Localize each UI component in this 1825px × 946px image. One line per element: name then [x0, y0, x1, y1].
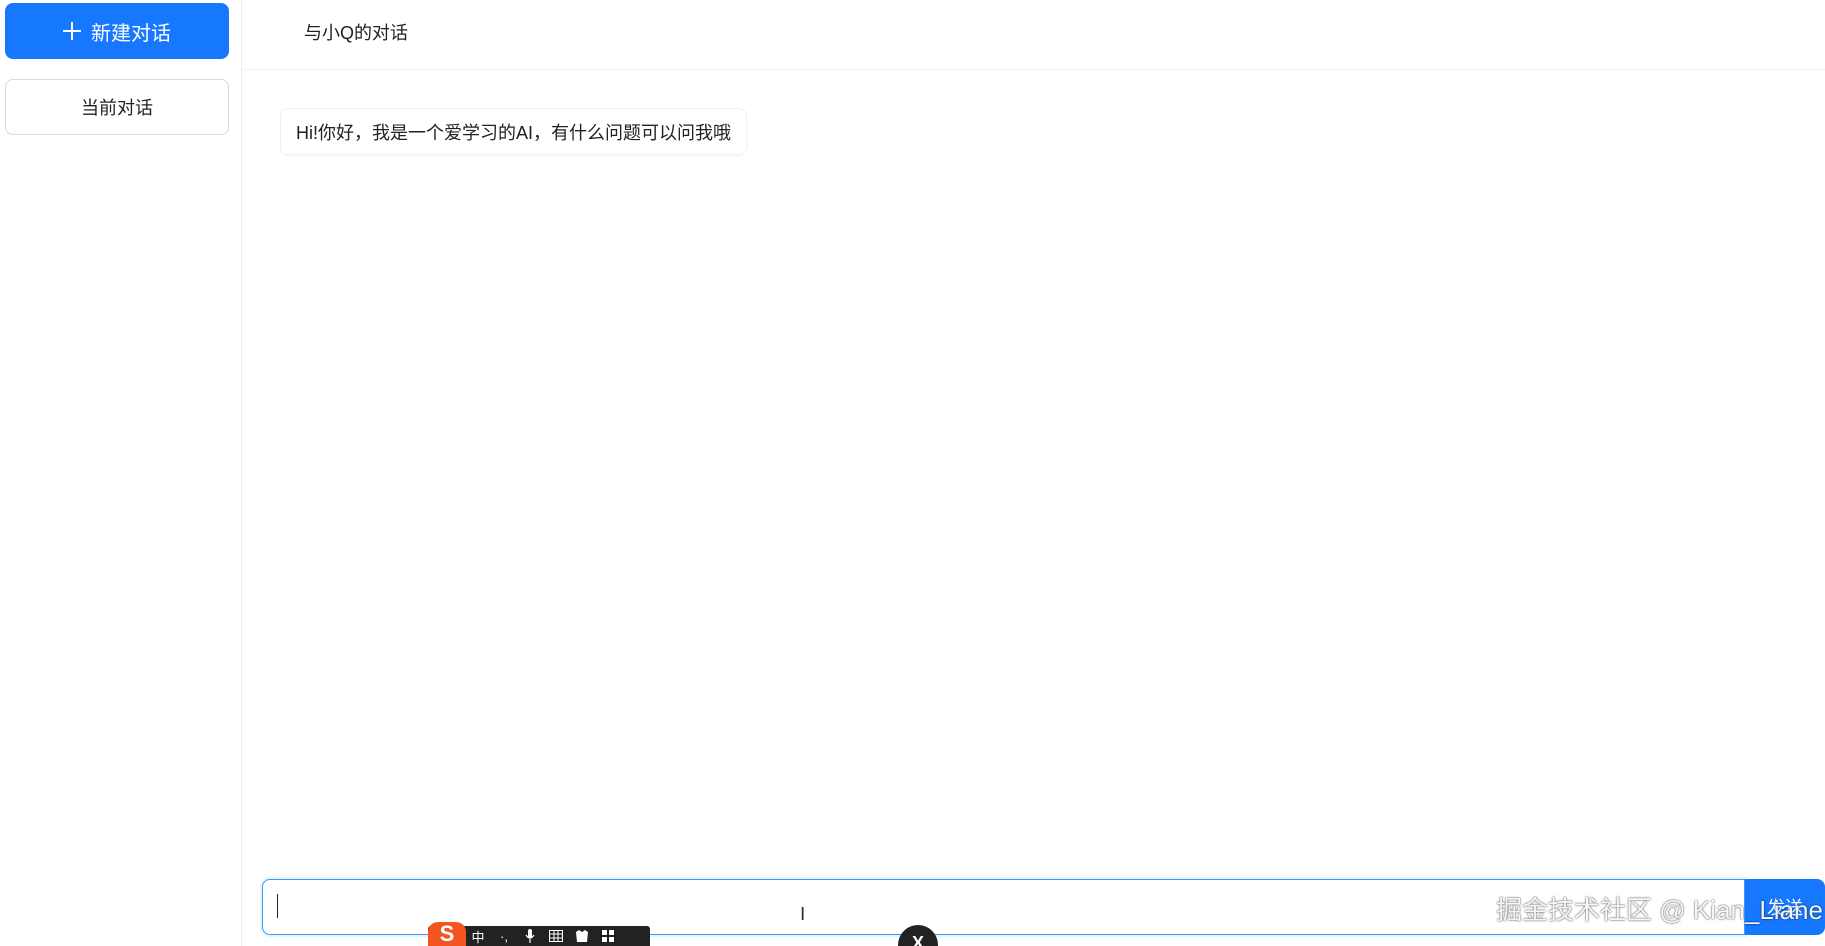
new-chat-button[interactable]: 新建对话: [5, 3, 229, 59]
message-text: Hi!你好，我是一个爱学习的AI，有什么问题可以问我哦: [296, 122, 732, 143]
sogou-ime-logo-icon[interactable]: S: [428, 922, 466, 946]
ime-microphone-icon[interactable]: [522, 928, 538, 944]
send-button-label: 发送: [1767, 898, 1803, 918]
app-window: 新建对话 当前对话 与小Q的对话 Hi!你好，我是一个爱学习的AI，有什么问题可…: [0, 0, 1825, 946]
ime-keyboard-icon[interactable]: [548, 928, 564, 944]
ime-mode-toggle[interactable]: 中: [470, 928, 486, 945]
conversation-item-label: 当前对话: [81, 98, 153, 118]
new-chat-label: 新建对话: [91, 22, 171, 45]
ime-punctuation-icon[interactable]: ·,: [496, 928, 512, 944]
text-caret: [277, 894, 278, 918]
ime-skin-icon[interactable]: [574, 928, 590, 944]
conversation-item-current[interactable]: 当前对话: [5, 79, 229, 135]
chat-title: 与小Q的对话: [304, 23, 409, 43]
ibeam-cursor-icon: I: [800, 904, 806, 925]
chat-header: 与小Q的对话: [243, 0, 1825, 70]
sidebar: 新建对话 当前对话: [0, 0, 242, 946]
assistant-message-bubble: Hi!你好，我是一个爱学习的AI，有什么问题可以问我哦: [280, 108, 748, 155]
ime-toolbox-icon[interactable]: [600, 928, 616, 944]
send-button[interactable]: 发送: [1745, 879, 1825, 935]
plus-icon: [63, 22, 81, 40]
